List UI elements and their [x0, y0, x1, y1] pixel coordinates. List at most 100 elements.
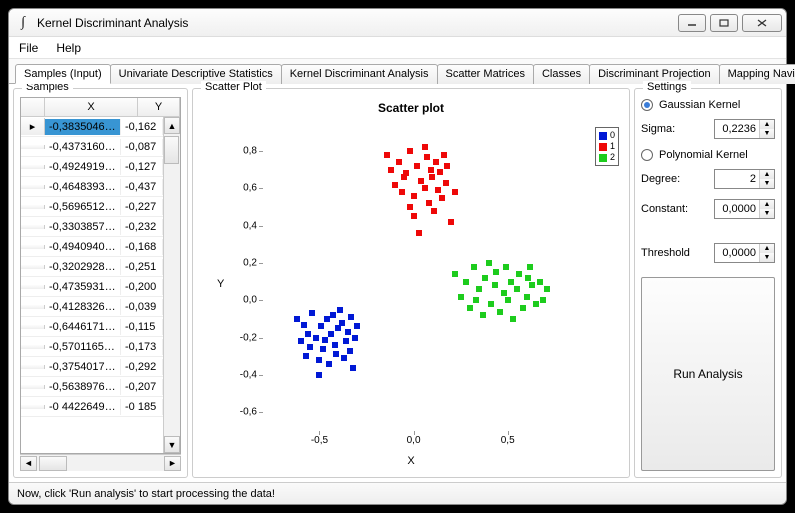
data-point: [435, 187, 441, 193]
scroll-up-icon[interactable]: ▲: [164, 117, 180, 134]
data-point: [384, 152, 390, 158]
data-point: [396, 159, 402, 165]
tab-mapping-navigation[interactable]: Mapping Navigation: [719, 64, 795, 84]
table-row[interactable]: -0,41283267113...-0,039: [21, 297, 163, 317]
data-point: [488, 301, 494, 307]
tab-scatter-matrices[interactable]: Scatter Matrices: [437, 64, 534, 84]
radio-off-icon: [641, 149, 653, 161]
close-button[interactable]: [742, 14, 782, 32]
app-icon: ∫: [15, 15, 31, 31]
chart-legend: 012: [595, 127, 619, 166]
spin-up-icon[interactable]: ▲: [760, 120, 774, 129]
table-row[interactable]: -0,49409402220...-0,168: [21, 237, 163, 257]
data-point: [328, 331, 334, 337]
data-point: [452, 271, 458, 277]
data-point: [337, 307, 343, 313]
y-axis-label: Y: [217, 278, 224, 290]
data-point: [503, 264, 509, 270]
threshold-input[interactable]: ▲▼: [714, 243, 775, 263]
spin-down-icon[interactable]: ▼: [760, 179, 774, 188]
table-row[interactable]: -0 44226497812-0 185: [21, 397, 163, 417]
tab-kernel-discriminant-analysis[interactable]: Kernel Discriminant Analysis: [281, 64, 438, 84]
table-row[interactable]: -0,49249198453...-0,127: [21, 157, 163, 177]
data-point: [326, 361, 332, 367]
table-row[interactable]: ▸-0,38350464894...-0,162: [21, 117, 163, 137]
sigma-label: Sigma:: [641, 123, 675, 135]
tab-classes[interactable]: Classes: [533, 64, 590, 84]
threshold-label: Threshold: [641, 247, 690, 259]
spin-down-icon[interactable]: ▼: [760, 209, 774, 218]
scroll-down-icon[interactable]: ▼: [164, 436, 180, 453]
data-point: [298, 338, 304, 344]
data-point: [411, 213, 417, 219]
titlebar: ∫ Kernel Discriminant Analysis: [9, 9, 786, 37]
col-y[interactable]: Y: [138, 98, 180, 116]
data-point: [505, 297, 511, 303]
minimize-button[interactable]: [678, 14, 706, 32]
data-point: [458, 294, 464, 300]
data-point: [411, 193, 417, 199]
data-point: [448, 219, 454, 225]
table-row[interactable]: -0,56389769950...-0,207: [21, 377, 163, 397]
table-row[interactable]: -0,33038575192...-0,232: [21, 217, 163, 237]
ytick: -0,4: [240, 370, 263, 381]
hscroll-thumb[interactable]: [39, 456, 67, 471]
maximize-button[interactable]: [710, 14, 738, 32]
xtick: 0,0: [407, 431, 421, 446]
table-row[interactable]: -0,64461715393...-0,115: [21, 317, 163, 337]
tab-samples-input-[interactable]: Samples (Input): [15, 64, 111, 84]
data-point: [399, 189, 405, 195]
data-point: [480, 312, 486, 318]
data-point: [422, 185, 428, 191]
constant-input[interactable]: ▲▼: [714, 199, 775, 219]
spin-down-icon[interactable]: ▼: [760, 253, 774, 262]
data-point: [452, 189, 458, 195]
ytick: -0,2: [240, 332, 263, 343]
table-row[interactable]: -0,32029282163...-0,251: [21, 257, 163, 277]
data-point: [544, 286, 550, 292]
data-point: [318, 323, 324, 329]
run-analysis-button[interactable]: Run Analysis: [641, 277, 775, 471]
table-row[interactable]: -0,57011653456...-0,173: [21, 337, 163, 357]
data-point: [333, 351, 339, 357]
menu-file[interactable]: File: [19, 41, 38, 55]
sigma-input[interactable]: ▲▼: [714, 119, 775, 139]
data-point: [303, 353, 309, 359]
table-row[interactable]: -0,37540178795...-0,292: [21, 357, 163, 377]
data-point: [352, 335, 358, 341]
data-point: [433, 159, 439, 165]
data-point: [301, 322, 307, 328]
scroll-right-icon[interactable]: ►: [164, 456, 181, 471]
samples-vscroll[interactable]: ▲ ▼: [163, 117, 180, 453]
data-point: [416, 230, 422, 236]
data-point: [524, 294, 530, 300]
data-point: [414, 163, 420, 169]
polynomial-radio[interactable]: Polynomial Kernel: [641, 149, 775, 161]
table-row[interactable]: -0,56965125351...-0,227: [21, 197, 163, 217]
gaussian-radio[interactable]: Gaussian Kernel: [641, 99, 775, 111]
data-point: [339, 320, 345, 326]
spin-up-icon[interactable]: ▲: [760, 244, 774, 253]
spin-up-icon[interactable]: ▲: [760, 200, 774, 209]
table-row[interactable]: -0,43731609173...-0,087: [21, 137, 163, 157]
menu-help[interactable]: Help: [56, 41, 81, 55]
samples-table[interactable]: X Y ▸-0,38350464894...-0,162-0,437316091…: [20, 97, 181, 454]
col-x[interactable]: X: [45, 98, 138, 116]
table-row[interactable]: -0,46483930972...-0,437: [21, 177, 163, 197]
ytick: 0,0: [243, 295, 263, 306]
samples-hscroll[interactable]: ◄ ►: [20, 454, 181, 471]
data-point: [429, 174, 435, 180]
spin-down-icon[interactable]: ▼: [760, 129, 774, 138]
scroll-left-icon[interactable]: ◄: [20, 456, 37, 471]
data-point: [343, 338, 349, 344]
data-point: [525, 275, 531, 281]
data-point: [486, 260, 492, 266]
vscroll-thumb[interactable]: [164, 136, 179, 164]
spin-up-icon[interactable]: ▲: [760, 170, 774, 179]
data-point: [426, 200, 432, 206]
degree-input[interactable]: ▲▼: [714, 169, 775, 189]
table-row[interactable]: -0,47359314711...-0,200: [21, 277, 163, 297]
data-point: [467, 305, 473, 311]
data-point: [431, 208, 437, 214]
menubar: File Help: [9, 37, 786, 59]
